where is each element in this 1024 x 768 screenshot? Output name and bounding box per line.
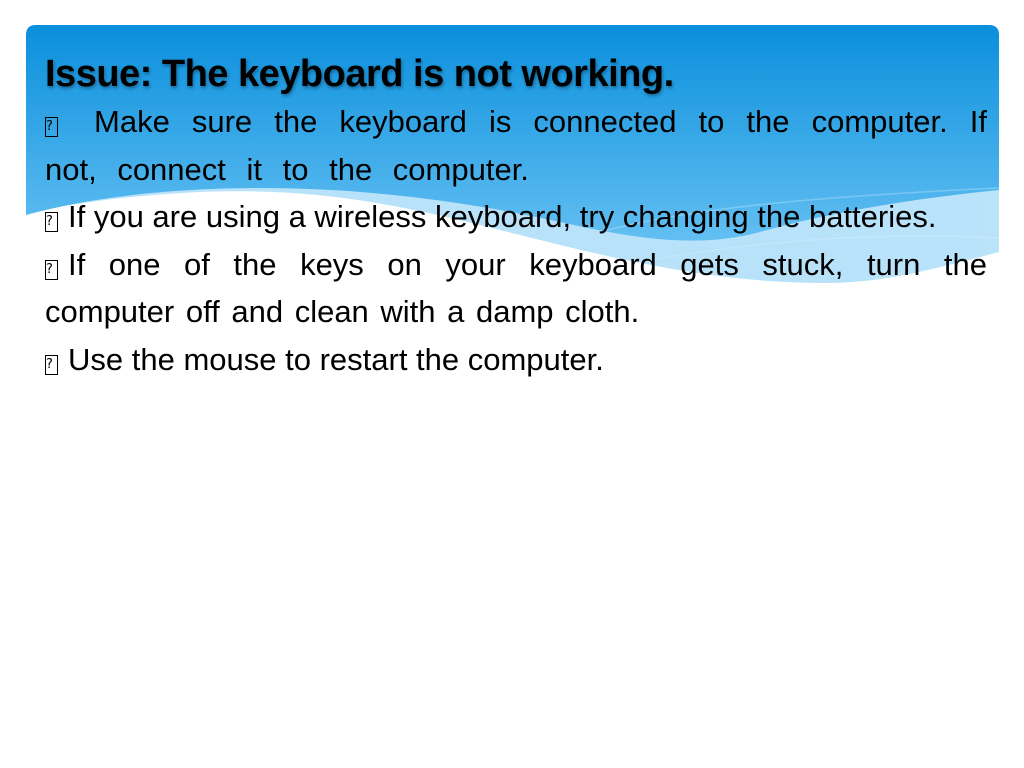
bullet-list: ? Make sure the keyboard is connected to … xyxy=(45,98,987,383)
missing-glyph-bullet-icon: ? xyxy=(45,259,58,280)
bullet-text: If you are using a wireless keyboard, tr… xyxy=(68,199,937,234)
bullet-item: ? Use the mouse to restart the computer. xyxy=(45,336,987,384)
slide-title: Issue: The keyboard is not working. xyxy=(45,53,674,95)
bullet-text: Use the mouse to restart the computer. xyxy=(68,341,604,377)
bullet-item: ? If you are using a wireless keyboard, t… xyxy=(45,193,987,241)
missing-glyph-bullet-icon: ? xyxy=(45,212,58,232)
bullet-item: ? If one of the keys on your keyboard get… xyxy=(45,241,987,336)
missing-glyph-bullet-icon: ? xyxy=(45,117,58,137)
missing-glyph-bullet-icon: ? xyxy=(45,354,58,375)
bullet-text: Make sure the keyboard is connected to t… xyxy=(45,104,987,187)
bullet-text: If one of the keys on your keyboard gets… xyxy=(45,246,987,330)
slide-content: Issue: The keyboard is not working. ? Mak… xyxy=(45,50,987,383)
bullet-item: ? Make sure the keyboard is connected to … xyxy=(45,98,987,193)
